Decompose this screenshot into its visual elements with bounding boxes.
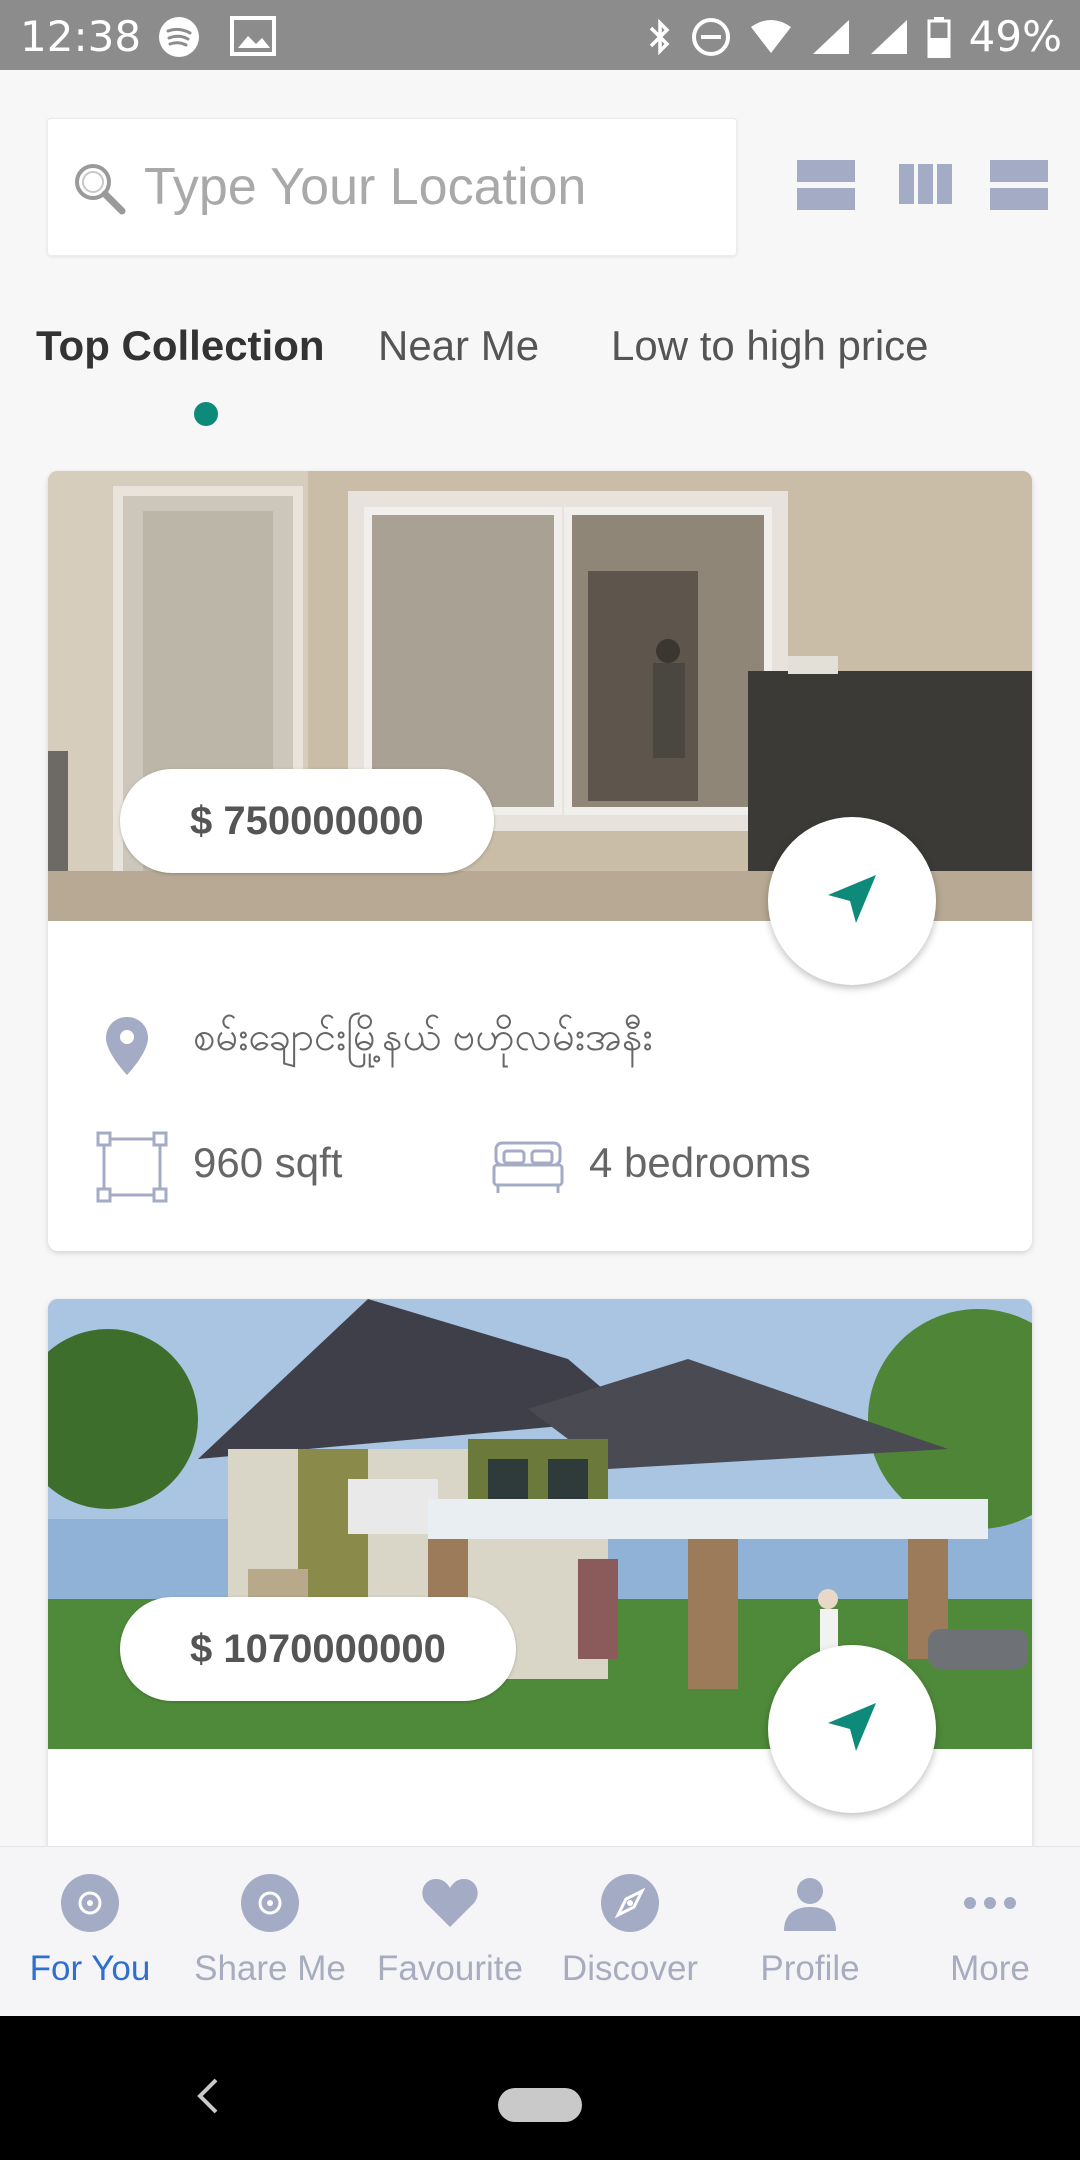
tab-near-me[interactable]: Near Me xyxy=(378,322,539,370)
nav-more[interactable]: More xyxy=(900,1847,1080,2017)
location-pin-icon xyxy=(104,1015,150,1082)
search-icon xyxy=(70,159,128,222)
search-input[interactable] xyxy=(144,147,704,227)
navigate-button[interactable] xyxy=(768,1645,936,1813)
layout-grid-icon[interactable] xyxy=(899,158,953,217)
nav-label: Favourite xyxy=(377,1949,523,1988)
tab-low-to-high-price[interactable]: Low to high price xyxy=(611,322,929,370)
nav-share-me[interactable]: Share Me xyxy=(180,1847,360,2017)
compass-icon xyxy=(600,1873,660,1933)
listing-card[interactable]: $ 1070000000 xyxy=(48,1299,1032,1859)
battery-icon xyxy=(927,16,951,58)
back-icon[interactable] xyxy=(196,2076,220,2121)
price-badge: $ 750000000 xyxy=(120,769,494,873)
layout-list-icon[interactable] xyxy=(797,158,855,217)
search-box[interactable] xyxy=(47,118,737,256)
nav-label: For You xyxy=(29,1949,151,1988)
listing-location: စမ်းချောင်းမြို့နယ် ဗဟိုလမ်းအနီး xyxy=(193,1015,653,1059)
bottom-navigation: For You Share Me Favourite Discover Prof… xyxy=(0,1846,1080,2016)
price-badge: $ 1070000000 xyxy=(120,1597,516,1701)
more-icon xyxy=(960,1873,1020,1933)
nav-profile[interactable]: Profile xyxy=(720,1847,900,2017)
nav-favourite[interactable]: Favourite xyxy=(360,1847,540,2017)
listing-area: 960 sqft xyxy=(193,1139,343,1186)
navigate-button[interactable] xyxy=(768,817,936,985)
nav-for-you[interactable]: For You xyxy=(0,1847,180,2017)
nav-label: Profile xyxy=(760,1949,860,1988)
filter-tabs: Top Collection Near Me Low to high price xyxy=(36,322,1046,432)
disc-icon xyxy=(60,1873,120,1933)
signal-icon xyxy=(811,18,851,56)
tab-top-collection[interactable]: Top Collection xyxy=(36,322,325,370)
bed-icon xyxy=(492,1139,564,1200)
person-icon xyxy=(780,1873,840,1933)
signal-icon xyxy=(869,18,909,56)
status-bar: 12:38 49% xyxy=(0,0,1080,70)
navigation-arrow-icon xyxy=(822,869,882,934)
nav-discover[interactable]: Discover xyxy=(540,1847,720,2017)
status-time: 12:38 xyxy=(20,12,142,61)
wifi-icon xyxy=(749,19,793,55)
active-tab-indicator xyxy=(194,402,218,426)
dnd-icon xyxy=(691,17,731,57)
nav-label: More xyxy=(950,1949,1030,1988)
home-button[interactable] xyxy=(498,2088,582,2122)
layout-wide-icon[interactable] xyxy=(990,158,1048,217)
bluetooth-icon xyxy=(647,17,673,57)
heart-icon xyxy=(420,1873,480,1933)
system-navigation-bar xyxy=(0,2016,1080,2160)
spotify-icon xyxy=(158,16,200,63)
battery-percent: 49% xyxy=(968,12,1062,61)
photo-icon xyxy=(230,16,276,63)
listing-card[interactable]: $ 750000000 စမ်းချောင်းမြို့နယ် ဗဟိုလမ်း… xyxy=(48,471,1032,1251)
listing-bedrooms: 4 bedrooms xyxy=(589,1139,811,1186)
navigation-arrow-icon xyxy=(822,1697,882,1762)
nav-label: Discover xyxy=(561,1949,699,1988)
area-icon xyxy=(96,1131,168,1208)
nav-label: Share Me xyxy=(194,1949,346,1988)
disc-icon xyxy=(240,1873,300,1933)
